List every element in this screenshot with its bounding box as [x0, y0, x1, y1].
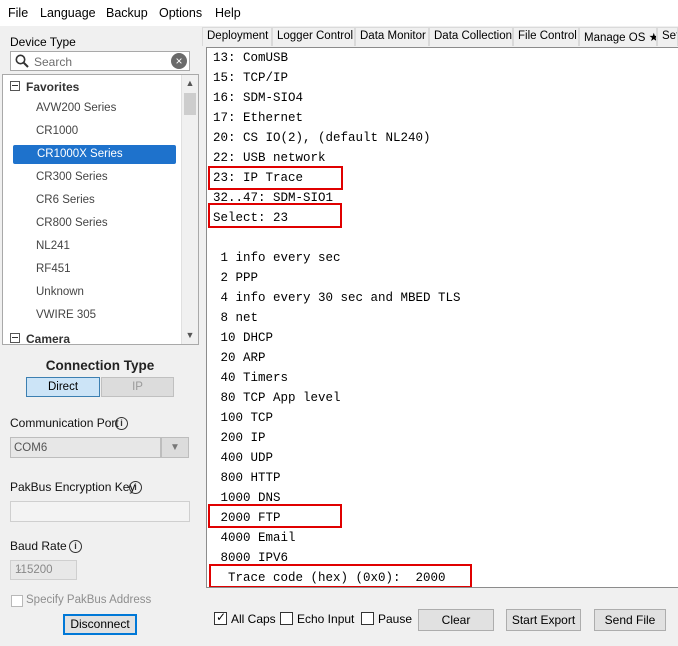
search-placeholder: Search [34, 55, 73, 69]
scroll-down-icon[interactable]: ▼ [182, 327, 198, 344]
device-item-unknown[interactable]: Unknown [36, 283, 84, 302]
send-file-button[interactable]: Send File [594, 609, 666, 631]
all-caps-checkbox[interactable]: All Caps [214, 610, 276, 626]
info-icon[interactable]: i [69, 540, 82, 553]
device-item-rf451[interactable]: RF451 [36, 260, 71, 279]
tab-data-monitor[interactable]: Data Monitor [355, 27, 429, 46]
terminal-line: 16: SDM-SIO4 [213, 91, 304, 105]
terminal-line: 400 UDP [213, 451, 274, 465]
clear-search-icon[interactable]: × [171, 53, 187, 69]
terminal-line: 1000 DNS [213, 491, 281, 505]
terminal-line: 200 IP [213, 431, 266, 445]
terminal-line: 4 info every 30 sec and MBED TLS [213, 291, 461, 305]
terminal-line: 20: CS IO(2), (default NL240) [213, 131, 431, 145]
terminal-line: 10 DHCP [213, 331, 274, 345]
direct-toggle[interactable]: Direct [26, 377, 100, 397]
specify-pakbus-checkbox[interactable] [11, 595, 23, 607]
menu-language[interactable]: Language [40, 6, 96, 20]
chevron-down-icon: ⌄ [15, 563, 24, 574]
device-item-nl241[interactable]: NL241 [36, 237, 70, 256]
device-item-vwire305[interactable]: VWIRE 305 [36, 306, 96, 325]
tree-scrollbar[interactable]: ▲ ▼ [181, 75, 198, 344]
menu-backup[interactable]: Backup [106, 6, 148, 20]
terminal-line: 13: ComUSB [213, 51, 289, 65]
terminal-line: 8 net [213, 311, 259, 325]
terminal-line: 80 TCP App level [213, 391, 341, 405]
scroll-up-icon[interactable]: ▲ [182, 75, 198, 92]
specify-pakbus-label: Specify PakBus Address [26, 594, 152, 606]
terminal-line: 17: Ethernet [213, 111, 304, 125]
info-icon[interactable]: i [129, 481, 142, 494]
terminal-output[interactable]: 13: ComUSB 15: TCP/IP 16: SDM-SIO4 17: E… [206, 47, 678, 588]
encryption-key-input[interactable] [10, 501, 190, 522]
terminal-line: 100 TCP [213, 411, 274, 425]
device-tree[interactable]: Favorites AVW200 Series CR1000 CR1000X S… [2, 74, 199, 345]
chevron-down-icon[interactable]: ▼ [161, 437, 189, 458]
search-icon [15, 54, 29, 68]
encryption-key-label: PakBus Encryption Key [10, 480, 136, 494]
echo-input-checkbox[interactable]: Echo Input [280, 612, 354, 626]
tab-deployment[interactable]: Deployment [202, 27, 272, 46]
terminal-line: 2 PPP [213, 271, 259, 285]
collapse-icon[interactable] [10, 81, 20, 91]
terminal-line: 15: TCP/IP [213, 71, 289, 85]
device-item-cr1000[interactable]: CR1000 [36, 122, 78, 141]
terminal-line: 22: USB network [213, 151, 326, 165]
pause-checkbox[interactable]: Pause [361, 612, 412, 626]
terminal-line: 8000 IPV6 [213, 551, 289, 565]
tab-data-collection[interactable]: Data Collection [429, 27, 513, 46]
collapse-icon[interactable] [10, 333, 20, 343]
terminal-line: 40 Timers [213, 371, 289, 385]
ip-toggle[interactable]: IP [101, 377, 174, 397]
menu-file[interactable]: File [8, 6, 28, 20]
tab-bar: Deployment Logger Control Data Monitor D… [202, 26, 678, 46]
connection-type-title: Connection Type [45, 358, 155, 373]
highlight-trace-code [209, 564, 472, 587]
menu-options[interactable]: Options [159, 6, 202, 20]
terminal-line: 4000 Email [213, 531, 296, 545]
clear-button[interactable]: Clear [418, 609, 494, 631]
info-icon[interactable]: i [115, 417, 128, 430]
baud-rate-select[interactable]: 115200 ⌄ [10, 560, 77, 580]
start-export-button[interactable]: Start Export [506, 609, 581, 631]
device-item-cr6[interactable]: CR6 Series [36, 191, 95, 210]
group-camera[interactable]: Camera [3, 329, 183, 344]
terminal-line: 20 ARP [213, 351, 266, 365]
tab-logger-control[interactable]: Logger Control [272, 27, 355, 46]
left-panel: Device Type Search × Favorites AVW200 Se… [0, 26, 200, 646]
highlight-ftp [208, 504, 342, 528]
checkbox-icon[interactable] [361, 612, 374, 625]
highlight-select [208, 203, 342, 228]
tab-file-control[interactable]: File Control [513, 27, 579, 46]
checkbox-checked-icon[interactable] [214, 610, 227, 625]
tab-manage-os[interactable]: Manage OS ★ [579, 27, 657, 46]
comm-port-select[interactable]: COM6 [10, 437, 161, 458]
baud-rate-label: Baud Rate [10, 539, 67, 553]
terminal-line: 1 info every sec [213, 251, 341, 265]
device-search-box[interactable]: Search × [10, 51, 190, 71]
menu-help[interactable]: Help [215, 6, 241, 20]
device-item-cr300[interactable]: CR300 Series [36, 168, 108, 187]
device-item-cr800[interactable]: CR800 Series [36, 214, 108, 233]
device-type-label: Device Type [10, 35, 76, 49]
highlight-ip-trace [208, 166, 343, 190]
menu-bar: File Language Backup Options Help [0, 0, 678, 26]
checkbox-icon[interactable] [280, 612, 293, 625]
terminal-line: 800 HTTP [213, 471, 281, 485]
device-item-avw200[interactable]: AVW200 Series [36, 99, 116, 118]
disconnect-button[interactable]: Disconnect [63, 614, 137, 635]
scroll-thumb[interactable] [184, 93, 196, 115]
device-item-cr1000x[interactable]: CR1000X Series [13, 145, 176, 164]
tab-settings[interactable]: Set [657, 27, 678, 46]
group-favorites[interactable]: Favorites [3, 77, 183, 97]
comm-port-label: Communication Port [10, 416, 119, 430]
